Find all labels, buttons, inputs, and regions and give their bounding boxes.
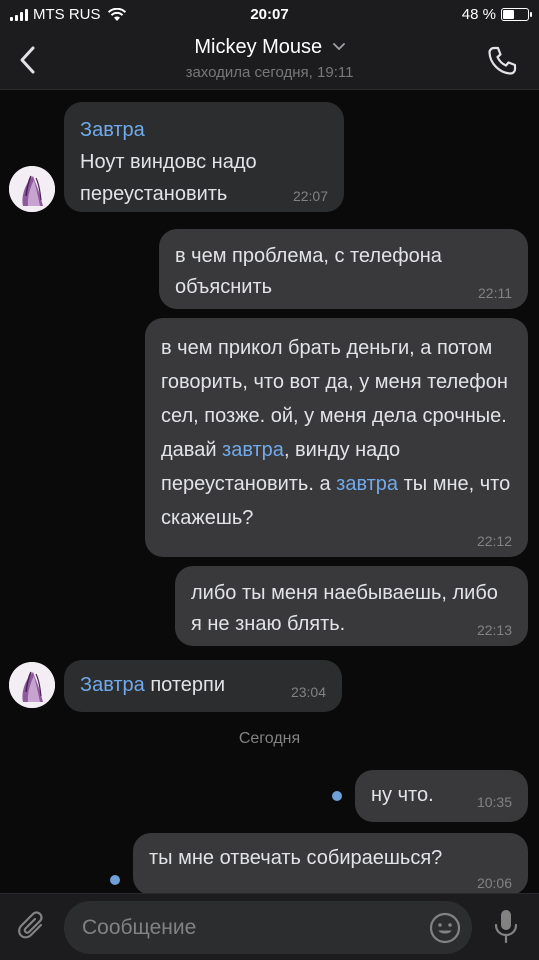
battery-percent: 48 %: [461, 6, 496, 23]
message-text: Ноут виндовс надо переустановить: [80, 151, 257, 205]
contact-avatar[interactable]: [9, 662, 55, 708]
avatar-image: [9, 662, 55, 708]
battery-level: [503, 10, 515, 19]
phone-call-icon[interactable]: [485, 44, 519, 78]
message-time: 22:13: [476, 622, 512, 638]
message-composer: [0, 893, 539, 960]
chevron-left-icon: [20, 46, 35, 74]
last-seen-status: заходила сегодня, 19:11: [185, 64, 354, 81]
paperclip-icon[interactable]: [16, 910, 50, 944]
message-time: 20:06: [476, 875, 512, 891]
date-separator: Сегодня: [238, 730, 301, 747]
message-text: потерпи: [144, 674, 226, 696]
message-input[interactable]: [64, 901, 472, 954]
unread-indicator: [332, 791, 342, 801]
message-time: 22:07: [292, 188, 328, 204]
message-bubble-outgoing[interactable]: в чем прикол брать деньги, а потом говор…: [145, 318, 528, 557]
message-time: 23:04: [290, 684, 326, 700]
unread-indicator: [110, 875, 120, 885]
message-list[interactable]: Завтра Ноут виндовс надо переустановить …: [0, 90, 539, 895]
status-time: 20:07: [250, 6, 289, 23]
message-time: 22:11: [478, 285, 512, 301]
message-text: в чем проблема, с телефона объяснить: [175, 245, 442, 298]
message-bubble-outgoing[interactable]: ну что. 10:35: [355, 770, 528, 822]
status-bar: MTS RUS 20:07 48 %: [0, 0, 539, 32]
emoji-icon[interactable]: [428, 911, 462, 945]
contact-avatar[interactable]: [9, 166, 55, 212]
message-link[interactable]: завтра: [222, 439, 284, 461]
message-bubble-outgoing[interactable]: либо ты меня наебываешь, либо я не знаю …: [175, 566, 528, 646]
message-bubble-outgoing[interactable]: в чем проблема, с телефона объяснить 22:…: [159, 229, 528, 309]
status-right: 48 %: [461, 6, 532, 23]
message-bubble-incoming[interactable]: Завтра потерпи 23:04: [64, 660, 342, 712]
message-time: 22:12: [476, 533, 512, 549]
message-text: ты мне отвечать собираешься?: [149, 847, 443, 869]
message-bubble-outgoing[interactable]: ты мне отвечать собираешься? 20:06: [133, 833, 528, 895]
back-button[interactable]: [12, 42, 42, 78]
chevron-down-icon: [332, 42, 345, 51]
battery-icon: [501, 8, 532, 21]
message-link[interactable]: Завтра: [80, 674, 145, 696]
contact-name: Mickey Mouse: [194, 36, 323, 58]
message-text: ну что.: [371, 784, 434, 806]
message-time: 10:35: [476, 794, 512, 810]
message-text: либо ты меня наебываешь, либо я не знаю …: [191, 582, 498, 635]
message-link[interactable]: Завтра: [80, 119, 145, 141]
message-link[interactable]: завтра: [336, 473, 398, 495]
microphone-icon[interactable]: [493, 908, 519, 946]
message-bubble-incoming[interactable]: Завтра Ноут виндовс надо переустановить …: [64, 102, 344, 212]
avatar-image: [9, 166, 55, 212]
chat-header: Mickey Mouse заходила сегодня, 19:11: [0, 32, 539, 90]
contact-title[interactable]: Mickey Mouse заходила сегодня, 19:11: [100, 36, 439, 81]
